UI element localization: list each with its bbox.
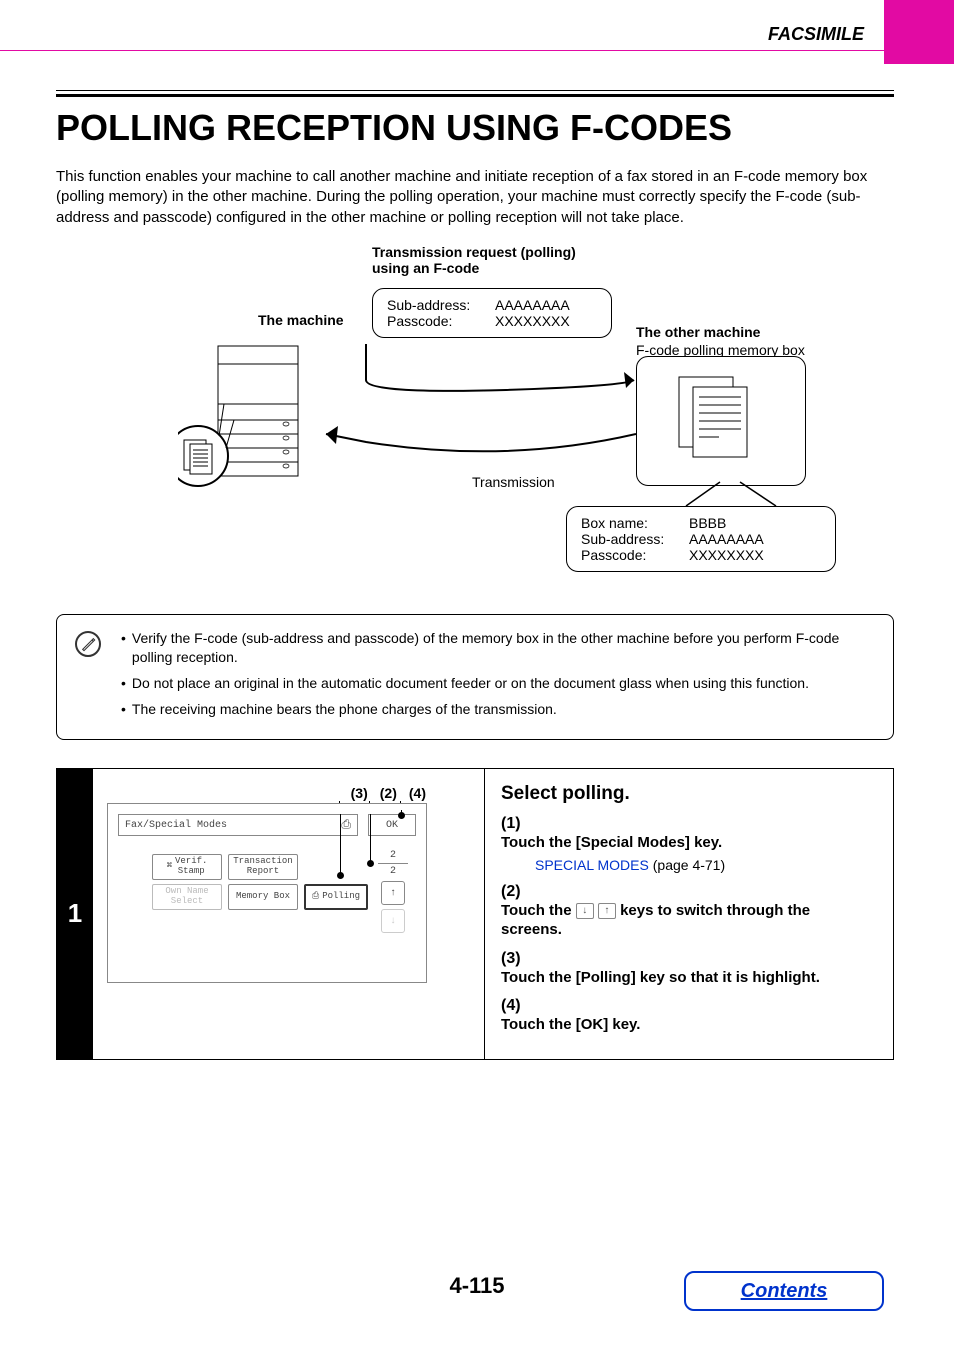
intro-paragraph: This function enables your machine to ca…	[56, 167, 894, 228]
transaction-report-button[interactable]: Transaction Report	[228, 854, 298, 880]
header-category: FACSIMILE	[768, 24, 864, 45]
step-item-1: Touch the [Special Modes] key.	[501, 833, 841, 853]
verif-stamp-button[interactable]: ⌘Verif. Stamp	[152, 854, 222, 880]
note-item: Do not place an original in the automati…	[132, 674, 809, 694]
callout-3: (3)	[351, 785, 368, 801]
section-color-tab	[884, 0, 954, 64]
page-down-button[interactable]: ↓	[381, 909, 405, 933]
page-up-button[interactable]: ↑	[381, 881, 405, 905]
note-item: The receiving machine bears the phone ch…	[132, 700, 557, 720]
contents-button[interactable]: Contents	[684, 1271, 884, 1311]
leader-line	[370, 814, 371, 862]
notes-box: •Verify the F-code (sub-address and pass…	[56, 614, 894, 740]
note-icon	[75, 631, 101, 657]
note-item: Verify the F-code (sub-address and passc…	[132, 629, 879, 668]
screen-title-bar: Fax/Special Modes ⎙	[118, 814, 358, 836]
notes-list: •Verify the F-code (sub-address and pass…	[121, 629, 879, 719]
content-area: POLLING RECEPTION USING F-CODES This fun…	[56, 90, 894, 1060]
header-rule	[0, 50, 884, 51]
step-item-2: Touch the ↓ ↑ keys to switch through the…	[501, 901, 841, 940]
touch-screen: Fax/Special Modes ⎙ OK ⌘Verif. Stamp Tra…	[107, 803, 427, 983]
screen-title: Fax/Special Modes	[125, 820, 227, 831]
diagram-caption: Transmission request (polling) using an …	[372, 244, 576, 276]
step-screen-cell: (3) (2) (4) Fax/Special Modes ⎙ OK	[93, 769, 485, 1059]
step-1: 1 (3) (2) (4) Fax/Special Modes ⎙ OK	[56, 768, 894, 1060]
fcode-request-box: Sub-address:AAAAAAAA Passcode:XXXXXXXX	[372, 288, 612, 338]
memory-box-button[interactable]: Memory Box	[228, 884, 298, 910]
callouts: (3) (2) (4)	[107, 785, 426, 801]
machine-label: The machine	[258, 312, 344, 328]
up-arrow-key-icon: ↑	[598, 903, 616, 919]
printer-icon	[178, 336, 308, 511]
callout-4: (4)	[409, 785, 426, 801]
transmission-label: Transmission	[472, 474, 555, 490]
page-title: POLLING RECEPTION USING F-CODES	[56, 107, 894, 149]
leader-dot	[337, 872, 344, 879]
screen-pager: 2 2 ↑ ↓	[378, 850, 408, 937]
other-machine-label: The other machine	[636, 324, 760, 340]
step-number: 1	[57, 769, 93, 1059]
own-name-select-button[interactable]: Own Name Select	[152, 884, 222, 910]
special-modes-link[interactable]: SPECIAL MODES	[535, 857, 649, 873]
diagram: Transmission request (polling) using an …	[96, 244, 894, 604]
step-item-4: Touch the [OK] key.	[501, 1015, 841, 1035]
step-item-3: Touch the [Polling] key so that it is hi…	[501, 968, 841, 988]
ok-button[interactable]: OK	[368, 814, 416, 836]
title-rule-thick	[56, 94, 894, 97]
mode-icon: ⎙	[341, 818, 351, 832]
leader-dot	[367, 860, 374, 867]
callout-2: (2)	[380, 785, 397, 801]
title-rule-thin	[56, 90, 894, 91]
step-instructions: Select polling. (1) Touch the [Special M…	[485, 769, 893, 1059]
leader-line	[340, 814, 341, 874]
polling-button[interactable]: ⎙Polling	[304, 884, 368, 910]
memory-box-icon	[636, 356, 806, 486]
step-heading: Select polling.	[501, 783, 875, 805]
down-arrow-key-icon: ↓	[576, 903, 594, 919]
memory-box-info: Box name:BBBB Sub-address:AAAAAAAA Passc…	[566, 506, 836, 572]
arrows-icon	[306, 334, 646, 484]
